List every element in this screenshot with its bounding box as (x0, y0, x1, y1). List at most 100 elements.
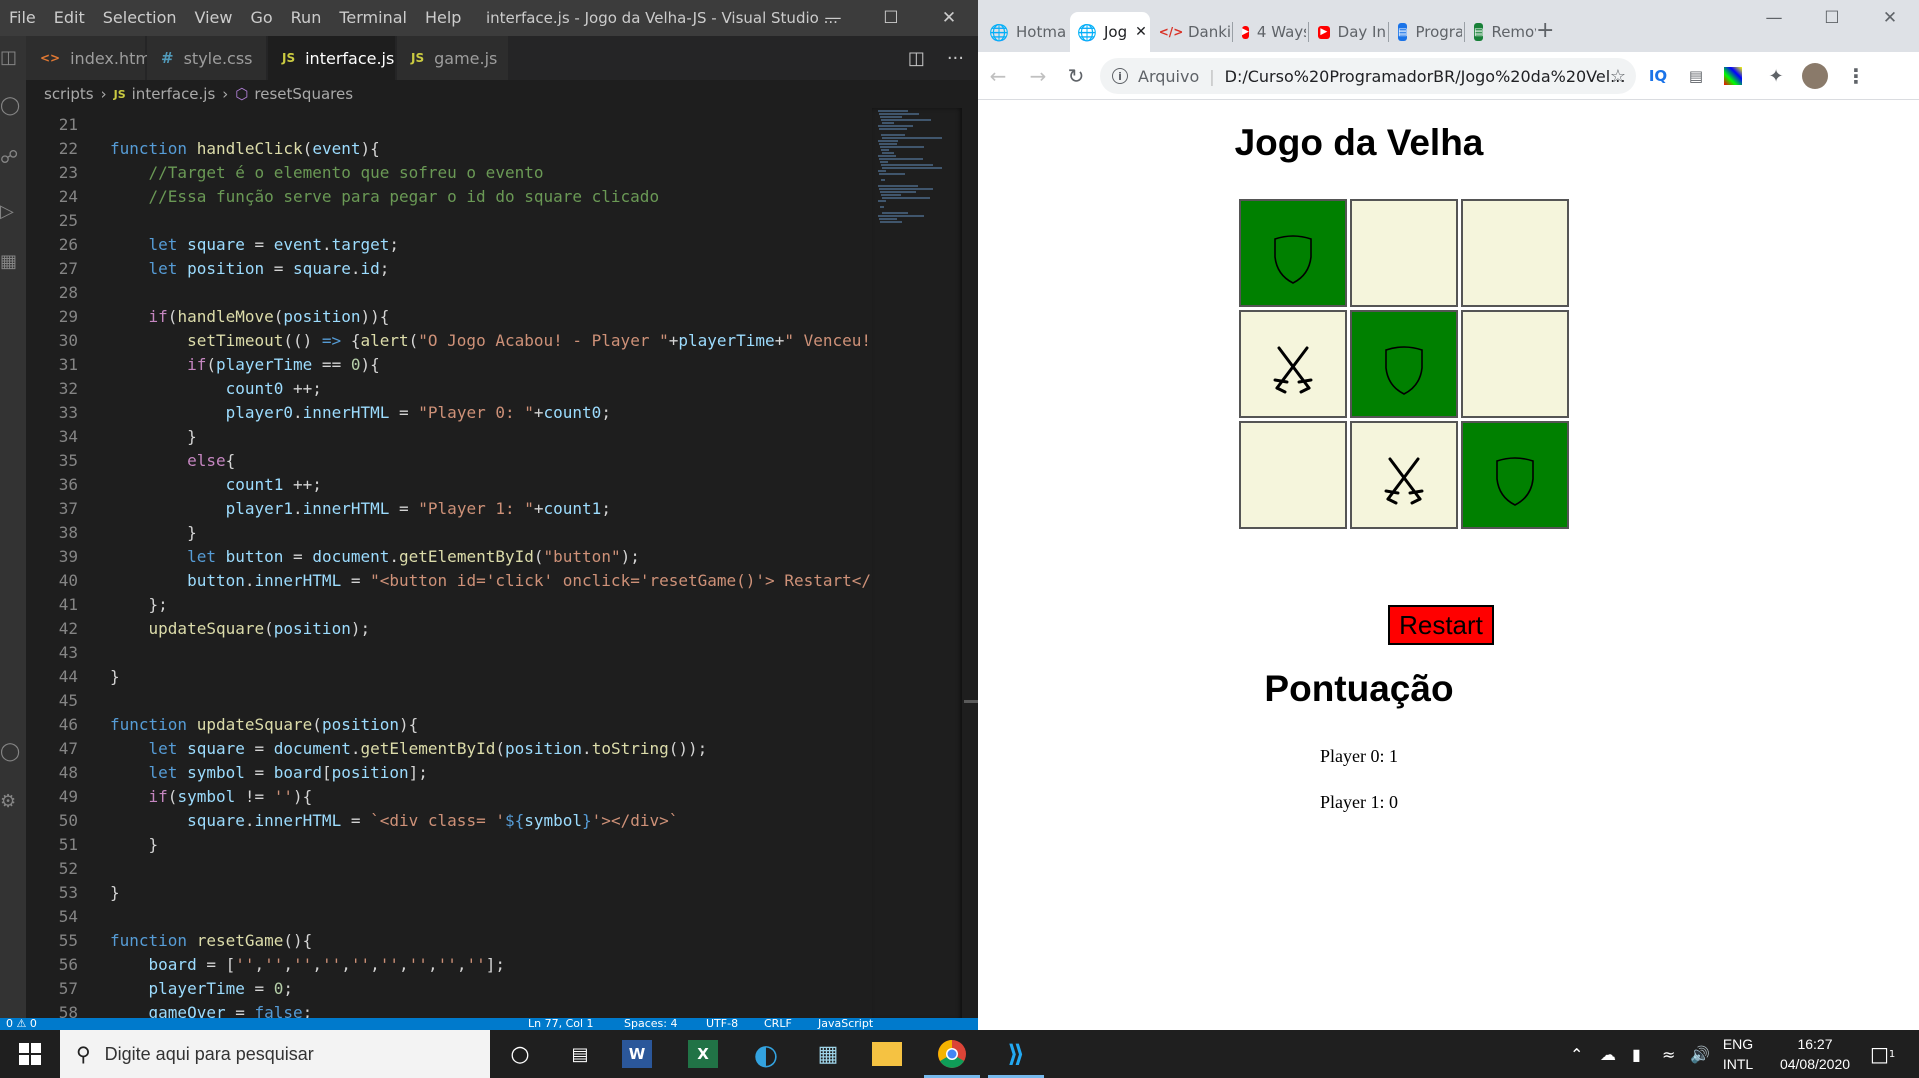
code-line[interactable]: 34 } (26, 425, 872, 449)
browser-tab-4ways[interactable]: ▶ 4 Ways (1234, 12, 1306, 52)
cursor-position[interactable]: Ln 77, Col 1 (528, 1018, 594, 1030)
code-line[interactable]: 29 if(handleMove(position)){ (26, 305, 872, 329)
indentation[interactable]: Spaces: 4 (624, 1018, 677, 1030)
close-tab-icon[interactable]: ✕ (1135, 24, 1147, 40)
code-line[interactable]: 30 setTimeout(() => {alert("O Jogo Acabo… (26, 329, 872, 353)
taskbar-search-box[interactable]: ⚲ Digite aqui para pesquisar (60, 1030, 490, 1078)
board-square-0[interactable] (1239, 199, 1347, 307)
code-line[interactable]: 24 //Essa função serve para pegar o id d… (26, 185, 872, 209)
tray-chevron-icon[interactable]: ⌃ (1570, 1030, 1583, 1078)
browser-tab-danki[interactable]: </> Danki (1154, 12, 1230, 52)
code-line[interactable]: 53} (26, 881, 872, 905)
editor-scrollbar[interactable] (962, 108, 978, 1020)
code-line[interactable]: 57 playerTime = 0; (26, 977, 872, 1001)
edge-icon[interactable]: ◐ (748, 1036, 784, 1072)
code-line[interactable]: 54 (26, 905, 872, 929)
code-line[interactable]: 35 else{ (26, 449, 872, 473)
code-line[interactable]: 37 player1.innerHTML = "Player 1: "+coun… (26, 497, 872, 521)
problems-indicator[interactable]: 0 ⚠ 0 (6, 1018, 37, 1030)
code-line[interactable]: 26 let square = event.target; (26, 233, 872, 257)
excel-icon[interactable]: X (688, 1040, 718, 1068)
browser-tab-progra[interactable]: ▤ Progra (1390, 12, 1462, 52)
close-icon[interactable]: ✕ (920, 0, 978, 36)
chrome-icon[interactable] (934, 1036, 970, 1072)
board-square-4[interactable] (1350, 310, 1458, 418)
bookmark-star-icon[interactable]: ☆ (1610, 66, 1626, 87)
browser-tab-hotmail[interactable]: 🌐 Hotma (982, 12, 1066, 52)
board-square-7[interactable] (1350, 421, 1458, 529)
code-line[interactable]: 21 (26, 113, 872, 137)
code-line[interactable]: 42 updateSquare(position); (26, 617, 872, 641)
minimize-icon[interactable]: — (1745, 0, 1803, 36)
minimize-icon[interactable]: — (804, 0, 862, 36)
reload-icon[interactable]: ↻ (1062, 52, 1090, 100)
board-square-2[interactable] (1461, 199, 1569, 307)
code-line[interactable]: 23 //Target é o elemento que sofreu o ev… (26, 161, 872, 185)
restart-button[interactable]: Restart (1388, 605, 1494, 645)
source-control-icon[interactable]: ☍ (0, 142, 26, 172)
menu-file[interactable]: File (0, 0, 45, 36)
menu-selection[interactable]: Selection (94, 0, 186, 36)
code-line[interactable]: 28 (26, 281, 872, 305)
code-line[interactable]: 45 (26, 689, 872, 713)
breadcrumb-symbol[interactable]: resetSquares (254, 85, 353, 103)
code-line[interactable]: 43 (26, 641, 872, 665)
menu-kebab-icon[interactable]: ⋮ (1844, 64, 1868, 88)
forward-icon[interactable]: → (1024, 52, 1052, 100)
tab-index-html[interactable]: <> index.html (26, 36, 155, 80)
board-square-8[interactable] (1461, 421, 1569, 529)
task-view-icon[interactable]: ▤ (562, 1036, 598, 1072)
account-icon[interactable]: ◯ (0, 736, 26, 766)
cortana-icon[interactable]: ○ (502, 1036, 538, 1072)
address-bar[interactable]: i Arquivo | D:/Curso%20ProgramadorBR/Jog… (1100, 58, 1636, 94)
code-line[interactable]: 22 function handleClick(event){ (26, 137, 872, 161)
wifi-icon[interactable]: ≈ (1662, 1030, 1675, 1078)
menu-run[interactable]: Run (282, 0, 331, 36)
code-line[interactable]: 39 let button = document.getElementById(… (26, 545, 872, 569)
code-line[interactable]: 44} (26, 665, 872, 689)
menu-view[interactable]: View (186, 0, 242, 36)
menu-terminal[interactable]: Terminal (330, 0, 416, 36)
line-ending[interactable]: CRLF (764, 1018, 792, 1030)
tab-game-js[interactable]: JS game.js (397, 36, 509, 80)
onedrive-icon[interactable]: ☁ (1600, 1030, 1616, 1078)
browser-tab-dayin[interactable]: ▶ Day In (1310, 12, 1386, 52)
word-icon[interactable]: W (622, 1040, 652, 1068)
info-icon[interactable]: i (1112, 68, 1128, 84)
code-line[interactable]: 49 if(symbol != ''){ (26, 785, 872, 809)
tab-style-css[interactable]: # style.css (147, 36, 267, 80)
windows-start-button[interactable] (0, 1030, 60, 1078)
tab-interface-js[interactable]: JS interface.js ✕ (268, 36, 418, 80)
menu-edit[interactable]: Edit (45, 0, 94, 36)
browser-tab-jogo[interactable]: 🌐 Jog ✕ (1070, 12, 1150, 52)
iq-extension-icon[interactable]: IQ (1646, 64, 1670, 88)
board-square-6[interactable] (1239, 421, 1347, 529)
code-line[interactable]: 33 player0.innerHTML = "Player 0: "+coun… (26, 401, 872, 425)
profile-avatar[interactable] (1802, 63, 1828, 89)
language-mode[interactable]: JavaScript (818, 1018, 873, 1030)
code-line[interactable]: 32 count0 ++; (26, 377, 872, 401)
code-line[interactable]: 31 if(playerTime == 0){ (26, 353, 872, 377)
battery-icon[interactable]: ▮ (1632, 1030, 1641, 1078)
code-line[interactable]: 55 function resetGame(){ (26, 929, 872, 953)
color-picker-extension-icon[interactable] (1724, 67, 1742, 85)
maximize-icon[interactable]: ☐ (862, 0, 920, 36)
extensions-puzzle-icon[interactable]: ✦ (1764, 64, 1788, 88)
board-square-1[interactable] (1350, 199, 1458, 307)
code-line[interactable]: 56 board = ['','','','','','','','','']; (26, 953, 872, 977)
code-line[interactable]: 47 let square = document.getElementById(… (26, 737, 872, 761)
encoding[interactable]: UTF-8 (706, 1018, 738, 1030)
explorer-icon[interactable]: ◫ (0, 42, 26, 72)
search-icon[interactable]: ◯ (0, 90, 26, 120)
code-line[interactable]: 25 (26, 209, 872, 233)
extensions-icon[interactable]: ▦ (0, 246, 26, 276)
board-square-5[interactable] (1461, 310, 1569, 418)
file-explorer-icon[interactable] (872, 1042, 902, 1066)
code-line[interactable]: 40 button.innerHTML = "<button id='click… (26, 569, 872, 593)
notes-app-icon[interactable]: ▦ (810, 1036, 846, 1072)
code-line[interactable]: 51 } (26, 833, 872, 857)
code-line[interactable]: 41 }; (26, 593, 872, 617)
browser-tab-remov[interactable]: ▤ Remov (1466, 12, 1536, 52)
code-line[interactable]: 48 let symbol = board[position]; (26, 761, 872, 785)
close-icon[interactable]: ✕ (1861, 0, 1919, 36)
